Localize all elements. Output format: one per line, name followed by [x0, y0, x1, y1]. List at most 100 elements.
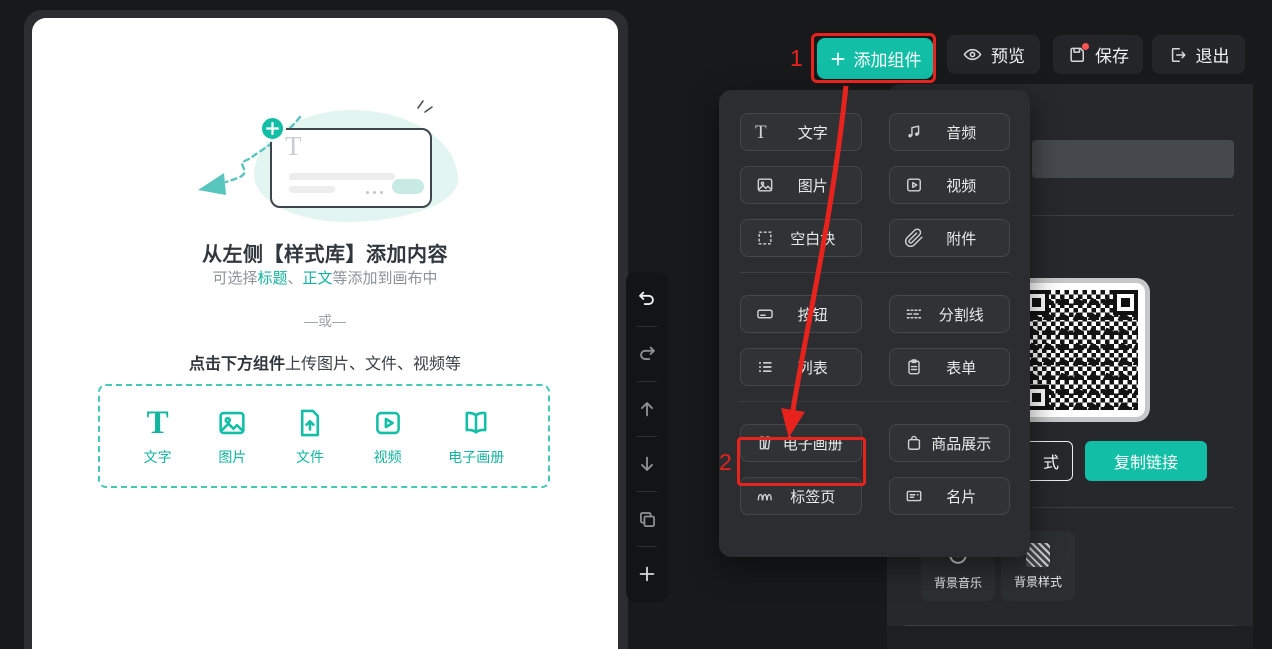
panel-footer	[887, 626, 1253, 649]
menu-item-tab-page[interactable]: 标签页	[740, 477, 862, 515]
upload-item-label: 图片	[218, 447, 246, 467]
move-up-button[interactable]	[626, 382, 668, 436]
upload-item-ealbum[interactable]: 电子画册	[448, 406, 504, 467]
menu-item-label: 商品展示	[926, 433, 998, 454]
menu-item-label: 表单	[926, 357, 998, 378]
plus-icon	[829, 50, 847, 68]
add-page-button[interactable]	[626, 547, 668, 601]
editor-canvas[interactable]: T 从左侧【样式库】添加内容 可选择标题、正文等添加到画布中 —或— 点击下方组…	[32, 18, 618, 649]
card-button-pill	[392, 179, 424, 194]
panel-divider	[1032, 507, 1234, 508]
upload-item-label: 视频	[374, 447, 402, 467]
card-letter: T	[285, 131, 302, 162]
card-text-line	[289, 186, 335, 193]
video-icon	[371, 406, 405, 440]
exit-button[interactable]: 退出	[1152, 35, 1245, 74]
card-dot	[373, 191, 376, 194]
menu-item-label: 图片	[777, 175, 849, 196]
card-text-line	[289, 173, 395, 180]
menu-item-label: 名片	[926, 486, 998, 507]
sub-link-title[interactable]: 标题	[257, 270, 287, 287]
copy-link-button[interactable]: 复制链接	[1085, 441, 1207, 481]
menu-item-divider-line[interactable]: 分割线	[889, 295, 1011, 333]
image-icon	[755, 175, 777, 195]
exit-label: 退出	[1196, 42, 1230, 67]
menu-item-button[interactable]: 按钮	[740, 295, 862, 333]
menu-item-list[interactable]: 列表	[740, 348, 862, 386]
business-card-icon	[904, 486, 926, 506]
menu-item-label: 音频	[926, 122, 998, 143]
menu-item-label: 空白块	[777, 228, 849, 249]
annotation-number-1: 1	[790, 45, 803, 72]
panel-divider	[1032, 215, 1234, 216]
eye-icon	[962, 44, 983, 65]
sub-link-body[interactable]: 正文	[303, 270, 333, 287]
hint-bold: 点击下方组件	[189, 356, 285, 373]
attachment-icon	[904, 228, 926, 248]
menu-item-text[interactable]: T 文字	[740, 113, 862, 151]
blank-block-icon	[755, 228, 777, 248]
audio-icon	[904, 122, 926, 142]
qr-code	[1017, 283, 1145, 417]
card-dot	[380, 191, 383, 194]
divider-line-icon	[904, 304, 926, 324]
qr-pattern	[1024, 290, 1138, 410]
upload-item-label: 文字	[144, 447, 172, 467]
menu-item-blank-block[interactable]: 空白块	[740, 219, 862, 257]
save-button[interactable]: 保存	[1053, 35, 1143, 74]
move-down-button[interactable]	[626, 437, 668, 491]
background-style-label: 背景样式	[1014, 573, 1062, 590]
file-upload-icon	[293, 406, 327, 440]
menu-item-ealbum[interactable]: 电子画册	[740, 424, 862, 462]
upload-item-video[interactable]: 视频	[371, 406, 405, 467]
text-icon: T	[147, 406, 169, 440]
preview-button[interactable]: 预览	[947, 35, 1040, 74]
save-icon	[1067, 45, 1087, 65]
redo-button[interactable]	[626, 327, 668, 381]
sub-part: 、	[287, 270, 302, 287]
menu-item-image[interactable]: 图片	[740, 166, 862, 204]
menu-item-label: 按钮	[777, 304, 849, 325]
menu-item-label: 标签页	[777, 486, 849, 507]
editor-app: T 从左侧【样式库】添加内容 可选择标题、正文等添加到画布中 —或— 点击下方组…	[0, 0, 1272, 649]
tab-page-icon	[755, 486, 777, 506]
menu-item-label: 列表	[777, 357, 849, 378]
canvas-heading: 从左侧【样式库】添加内容	[32, 238, 618, 267]
unsaved-dot	[1082, 43, 1089, 50]
plus-badge-icon	[259, 115, 286, 142]
upload-components-box: T 文字 图片 文件 视频	[98, 384, 550, 488]
menu-item-business-card[interactable]: 名片	[889, 477, 1011, 515]
canvas-subtext: 可选择标题、正文等添加到画布中	[32, 267, 618, 288]
button-icon	[755, 304, 777, 324]
menu-item-label: 文字	[777, 122, 849, 143]
menu-item-form[interactable]: 表单	[889, 348, 1011, 386]
duplicate-button[interactable]	[626, 492, 668, 546]
menu-item-label: 视频	[926, 175, 998, 196]
save-label: 保存	[1095, 42, 1129, 67]
canvas-hint: 点击下方组件上传图片、文件、视频等	[32, 350, 618, 374]
menu-item-attachment[interactable]: 附件	[889, 219, 1011, 257]
menu-item-product-display[interactable]: 商品展示	[889, 424, 1011, 462]
menu-item-video[interactable]: 视频	[889, 166, 1011, 204]
upload-item-label: 文件	[296, 447, 324, 467]
text-icon: T	[755, 123, 777, 142]
background-music-label: 背景音乐	[934, 574, 982, 591]
video-icon	[904, 175, 926, 195]
add-component-button[interactable]: 添加组件	[817, 38, 933, 79]
add-component-label: 添加组件	[854, 46, 922, 71]
panel-input-bar[interactable]	[1032, 140, 1234, 178]
undo-button[interactable]	[626, 272, 668, 326]
list-icon	[755, 357, 777, 377]
qr-finder	[1113, 290, 1138, 315]
ealbum-icon	[459, 406, 493, 440]
upload-item-text[interactable]: T 文字	[144, 406, 172, 467]
menu-item-audio[interactable]: 音频	[889, 113, 1011, 151]
upload-item-file[interactable]: 文件	[293, 406, 327, 467]
form-icon	[904, 357, 926, 377]
card-dot	[366, 191, 369, 194]
add-component-menu: T 文字 音频 图片 视频	[719, 90, 1030, 557]
menu-divider	[740, 401, 1010, 402]
upload-item-image[interactable]: 图片	[215, 406, 249, 467]
upload-item-label: 电子画册	[448, 447, 504, 467]
ealbum-icon	[755, 433, 777, 453]
